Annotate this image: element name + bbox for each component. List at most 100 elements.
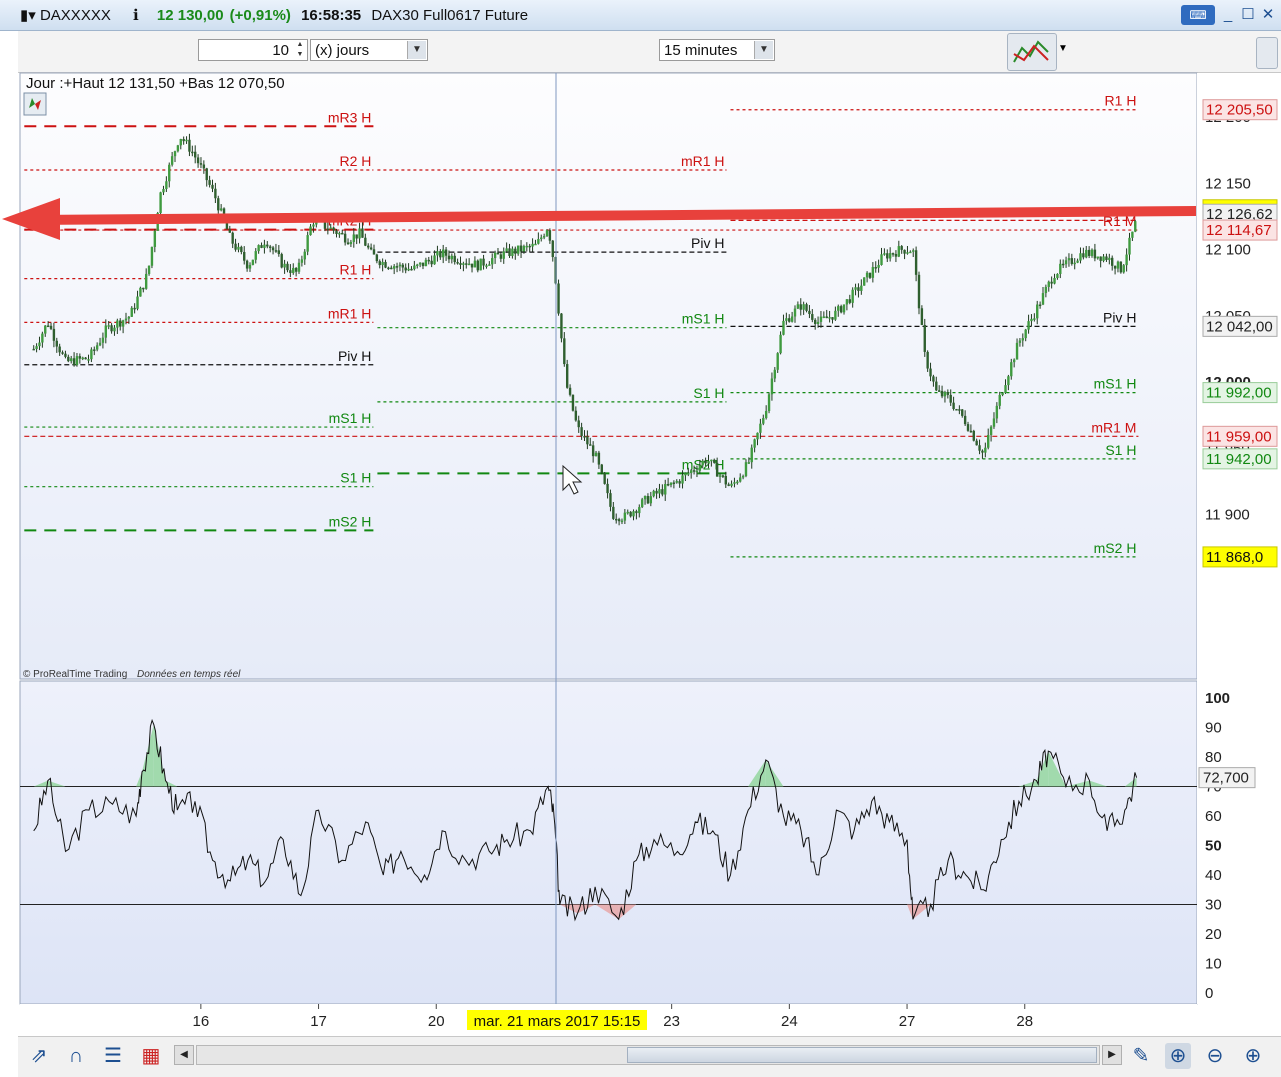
candle-body bbox=[609, 493, 612, 507]
candle-body bbox=[620, 520, 624, 523]
candle-body bbox=[1093, 249, 1097, 259]
candle-body bbox=[753, 439, 756, 448]
scrollbar-thumb[interactable] bbox=[627, 1047, 1097, 1063]
candle-body bbox=[1064, 260, 1068, 265]
zoom-out-icon[interactable]: ⊖ bbox=[1202, 1043, 1228, 1069]
candle-body bbox=[1018, 340, 1022, 343]
candle-body bbox=[153, 230, 157, 247]
candle-body bbox=[571, 394, 575, 411]
candle-body bbox=[710, 459, 713, 462]
price-tag-label: 11 868,0 bbox=[1206, 549, 1263, 566]
candle-body bbox=[439, 251, 442, 258]
candle-body bbox=[228, 229, 232, 233]
candle-body bbox=[655, 490, 658, 494]
candle-body bbox=[286, 263, 289, 271]
candle-body bbox=[848, 299, 851, 303]
candle-body bbox=[1012, 359, 1016, 363]
candle-body bbox=[64, 353, 67, 357]
candle-body bbox=[594, 452, 598, 457]
candle-body bbox=[1090, 249, 1094, 256]
candle-body bbox=[842, 304, 846, 313]
candle-body bbox=[984, 447, 987, 453]
price-tick-label: 11 900 bbox=[1205, 507, 1250, 524]
chart-area[interactable]: mR3 HR2 HmR2 HR1 HmR1 HPiv HmS1 HS1 HmS2… bbox=[0, 0, 1281, 1076]
candle-body bbox=[1010, 362, 1013, 377]
candle-body bbox=[1096, 256, 1099, 259]
candle-body bbox=[969, 430, 973, 433]
candle-body bbox=[1050, 281, 1053, 284]
candle-body bbox=[208, 180, 211, 185]
candle-body bbox=[779, 334, 782, 354]
candle-body bbox=[496, 252, 500, 255]
candle-body bbox=[998, 394, 1001, 406]
candle-body bbox=[1024, 329, 1027, 339]
candle-body bbox=[759, 423, 762, 433]
price-tag-label: 11 992,00 bbox=[1206, 385, 1272, 402]
list-icon[interactable]: ☰ bbox=[100, 1043, 126, 1069]
candle-body bbox=[643, 496, 647, 500]
candle-body bbox=[280, 254, 283, 268]
candle-body bbox=[868, 272, 872, 278]
candle-body bbox=[271, 247, 275, 251]
candle-body bbox=[479, 258, 482, 271]
candle-body bbox=[937, 390, 941, 392]
scroll-left-icon[interactable]: ◀ bbox=[174, 1045, 194, 1065]
pivot-level-label: Piv H bbox=[338, 348, 371, 364]
candle-body bbox=[891, 253, 895, 255]
candle-body bbox=[329, 227, 332, 230]
candle-body bbox=[159, 192, 162, 214]
pivot-level-label: S1 H bbox=[693, 385, 724, 401]
candle-body bbox=[920, 308, 924, 325]
zoom-select-icon[interactable]: ⊕ bbox=[1165, 1043, 1191, 1069]
candle-body bbox=[1076, 260, 1079, 263]
candle-body bbox=[358, 228, 361, 239]
scroll-right-icon[interactable]: ▶ bbox=[1102, 1045, 1122, 1065]
magnet-icon[interactable]: ∩ bbox=[63, 1043, 89, 1069]
candle-body bbox=[617, 519, 621, 522]
candle-body bbox=[597, 452, 601, 465]
candle-body bbox=[237, 246, 240, 250]
candle-body bbox=[796, 304, 800, 309]
candle-body bbox=[1044, 286, 1048, 294]
candle-body bbox=[352, 234, 356, 242]
candle-body bbox=[851, 289, 854, 303]
candle-body bbox=[548, 230, 552, 241]
candle-body bbox=[70, 358, 73, 362]
grid-icon[interactable]: ▦ bbox=[138, 1043, 164, 1069]
candle-body bbox=[632, 511, 635, 517]
candle-body bbox=[78, 356, 82, 359]
candle-body bbox=[762, 418, 765, 424]
refresh-icon[interactable] bbox=[23, 92, 47, 116]
candle-body bbox=[756, 432, 759, 440]
candle-body bbox=[93, 349, 96, 351]
candle-body bbox=[747, 462, 751, 464]
price-tag-label: 12 114,67 bbox=[1206, 222, 1272, 239]
candle-body bbox=[785, 318, 788, 321]
candle-body bbox=[482, 258, 485, 266]
candle-body bbox=[453, 255, 456, 263]
pivot-level-label: mS2 H bbox=[1094, 540, 1137, 556]
candle-body bbox=[638, 507, 641, 514]
candle-body bbox=[865, 272, 869, 278]
candle-body bbox=[49, 325, 53, 329]
candle-body bbox=[430, 260, 433, 265]
candle-body bbox=[958, 409, 961, 411]
horizontal-scrollbar[interactable] bbox=[196, 1045, 1100, 1065]
candle-body bbox=[240, 246, 243, 253]
draw-tool-icon[interactable]: ✎ bbox=[1128, 1043, 1154, 1069]
rsi-tick-label: 20 bbox=[1205, 926, 1222, 943]
chart-type-icon[interactable]: ⇗ bbox=[26, 1043, 52, 1069]
candle-body bbox=[38, 342, 41, 347]
zoom-in-icon[interactable]: ⊕ bbox=[1240, 1043, 1266, 1069]
candle-body bbox=[666, 484, 670, 486]
rsi-tick-label: 40 bbox=[1205, 867, 1222, 884]
pivot-level-label: S1 H bbox=[340, 470, 371, 486]
candle-body bbox=[640, 499, 644, 508]
candle-body bbox=[294, 267, 298, 272]
candle-body bbox=[367, 245, 370, 248]
candle-body bbox=[450, 255, 454, 260]
candle-body bbox=[214, 188, 217, 199]
rsi-tick-label: 30 bbox=[1205, 897, 1222, 914]
rsi-tick-label: 50 bbox=[1205, 838, 1222, 855]
candle-body bbox=[202, 164, 206, 169]
